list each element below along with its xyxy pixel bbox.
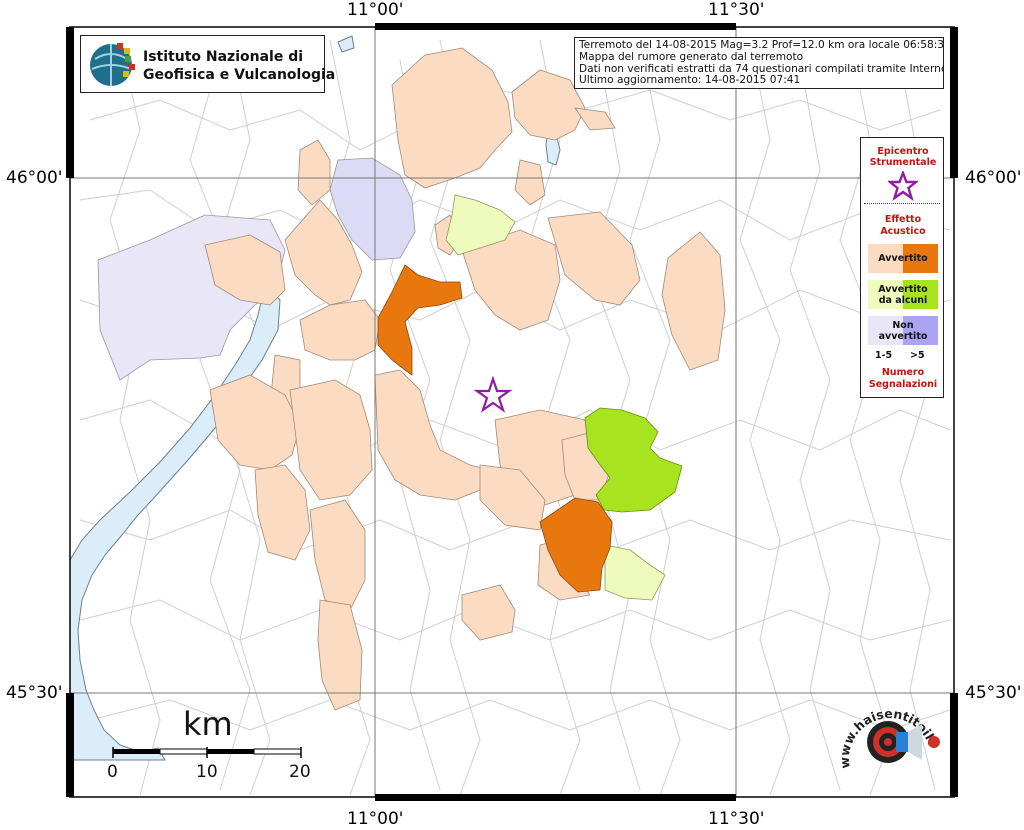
legend-count-high: >5 bbox=[910, 350, 925, 361]
legend-count-title-2: Segnalazioni bbox=[868, 379, 938, 390]
lat-tick-left-4530: 45°30' bbox=[6, 683, 63, 703]
legend-effect-title-1: Effetto bbox=[884, 214, 922, 225]
legend-felt-swatch: Avvertito bbox=[868, 244, 938, 273]
legend-count-low: 1-5 bbox=[875, 350, 893, 361]
ingv-globe-icon bbox=[90, 43, 135, 86]
legend-panel: Epicentro Strumentale Effetto Acustico A… bbox=[860, 137, 944, 398]
info-line-map: Mappa del rumore generato dal terremoto bbox=[579, 50, 804, 63]
info-line-updated: Ultimo aggiornamento: 14-08-2015 07:41 bbox=[579, 74, 801, 87]
earthquake-info-box: Terremoto del 14-08-2015 Mag=3.2 Prof=12… bbox=[574, 37, 944, 89]
legend-epicenter-title-1: Epicentro bbox=[877, 146, 929, 157]
institute-name-line1: Istituto Nazionale di bbox=[143, 49, 304, 65]
legend-not-label-1: Non bbox=[892, 319, 914, 331]
legend-some-swatch: Avvertito da alcuni bbox=[868, 280, 938, 309]
scale-unit-label: km bbox=[183, 705, 233, 743]
scale-label-0: 0 bbox=[107, 762, 118, 782]
megaphone-icon bbox=[867, 721, 940, 763]
legend-not-swatch: Non avvertito bbox=[868, 316, 938, 345]
scale-label-20: 20 bbox=[289, 762, 311, 782]
legend-some-label-1: Avvertito bbox=[878, 283, 928, 295]
institute-name-line2: Geofisica e Vulcanologia bbox=[143, 67, 336, 83]
lon-tick-top-1130: 11°30' bbox=[708, 0, 765, 20]
lat-tick-right-4600: 46°00' bbox=[965, 168, 1022, 188]
legend-effect-title-2: Acustico bbox=[880, 226, 926, 237]
legend-count-title-1: Numero bbox=[881, 367, 925, 378]
lon-tick-bottom-1100: 11°00' bbox=[347, 809, 404, 829]
lon-tick-top-1100: 11°00' bbox=[347, 0, 404, 20]
lat-tick-right-4530: 45°30' bbox=[965, 683, 1022, 703]
legend-star-icon bbox=[888, 171, 918, 201]
legend-divider bbox=[864, 203, 940, 204]
legend-felt-label: Avvertito bbox=[878, 253, 928, 264]
lat-tick-left-4600: 46°00' bbox=[6, 168, 63, 188]
legend-not-label-2: avvertito bbox=[878, 330, 928, 342]
legend-epicenter-title-2: Strumentale bbox=[869, 157, 937, 168]
scale-label-10: 10 bbox=[196, 762, 218, 782]
institute-logo-box: Istituto Nazionale di Geofisica e Vulcan… bbox=[80, 35, 335, 93]
legend-some-label-2: da alcuni bbox=[878, 294, 928, 306]
haisentito-watermark: www.haisentitoilterremoto.it bbox=[831, 678, 948, 790]
lon-tick-bottom-1130: 11°30' bbox=[708, 809, 765, 829]
